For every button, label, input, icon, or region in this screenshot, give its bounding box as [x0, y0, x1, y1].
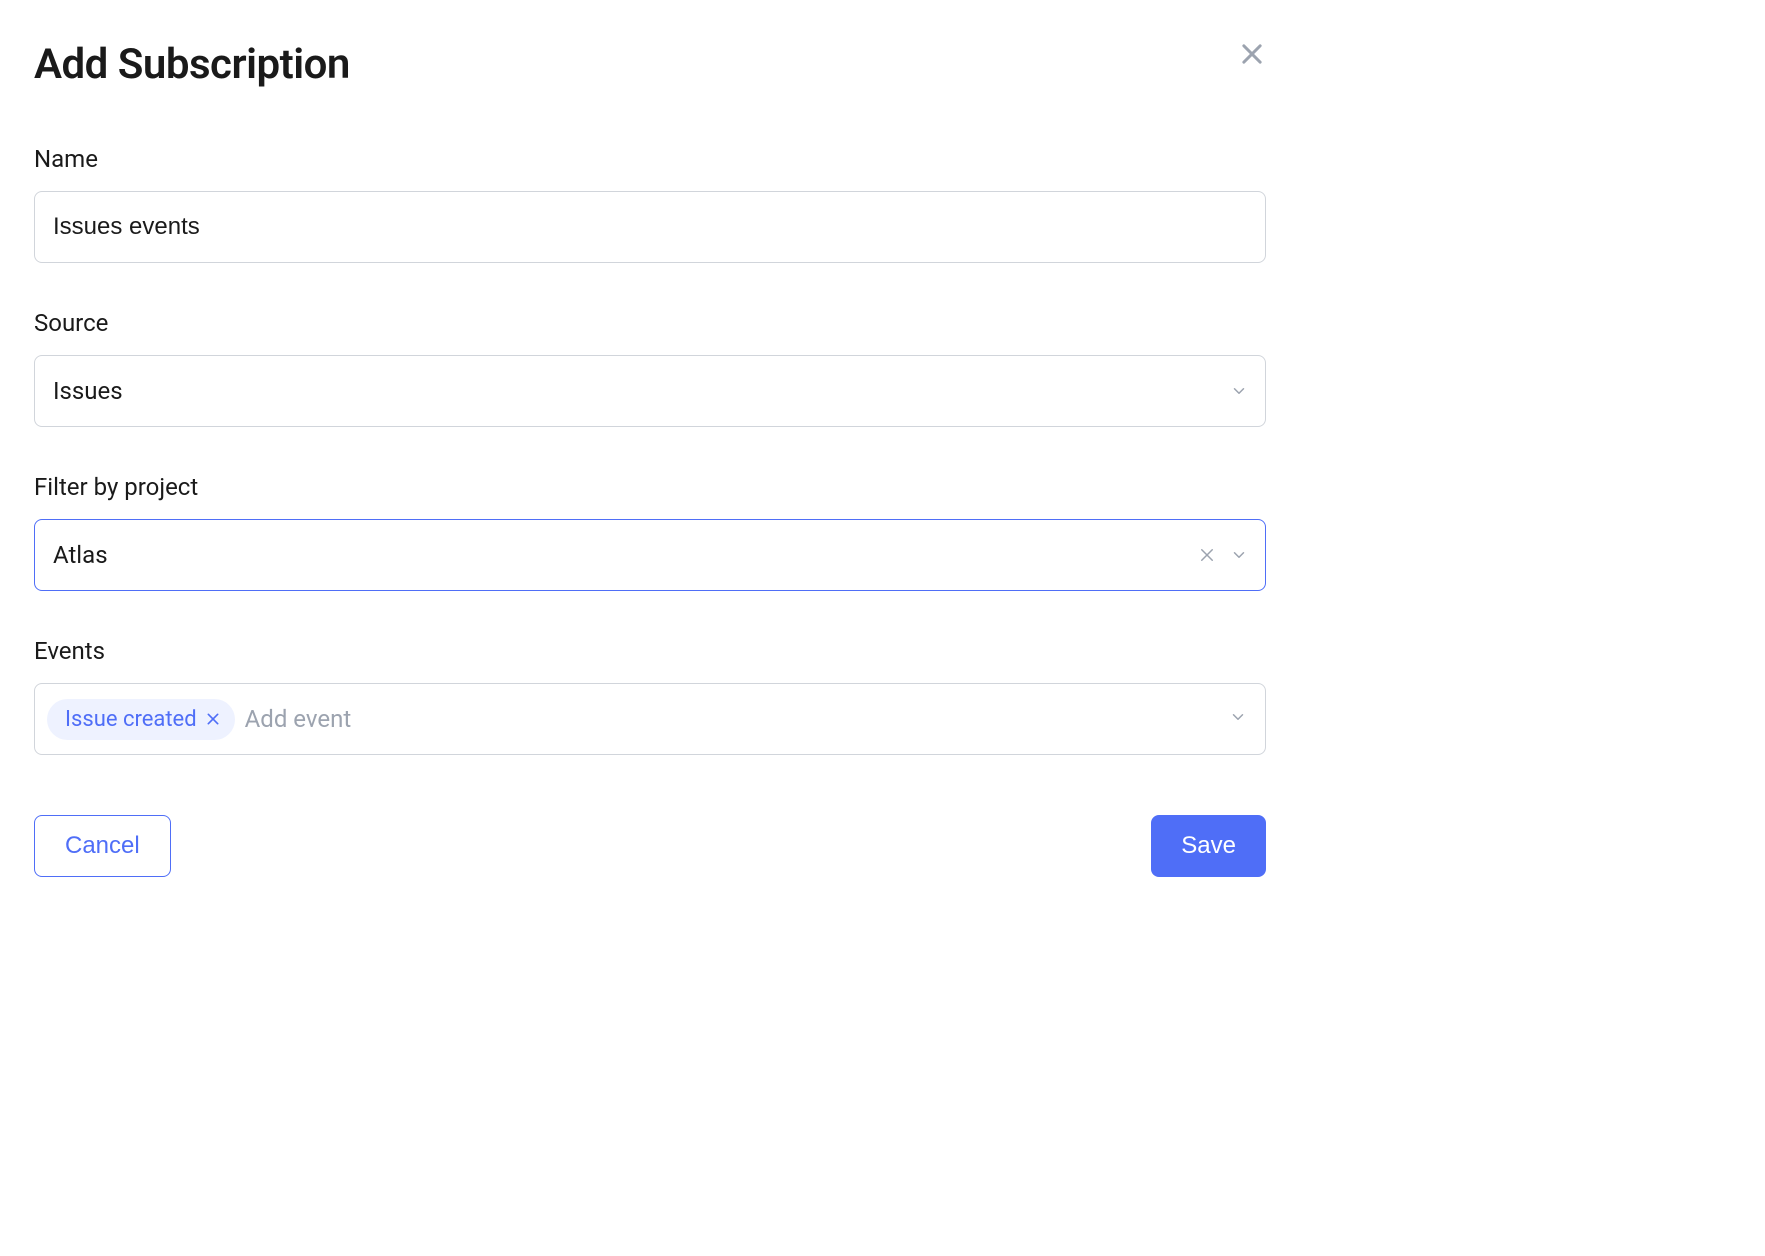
source-group: Source Issues [34, 309, 1266, 427]
events-placeholder: Add event [245, 705, 352, 733]
name-label: Name [34, 145, 1266, 173]
modal-header: Add Subscription [34, 40, 1266, 89]
events-label: Events [34, 637, 1266, 665]
modal-title: Add Subscription [34, 40, 350, 89]
save-button[interactable]: Save [1151, 815, 1266, 877]
events-group: Events Issue created Add event [34, 637, 1266, 755]
source-select-icons [1230, 382, 1248, 400]
name-input[interactable] [34, 191, 1266, 263]
filter-by-project-select-wrapper: Atlas [34, 519, 1266, 591]
filter-by-project-select[interactable]: Atlas [34, 519, 1266, 591]
cancel-button[interactable]: Cancel [34, 815, 171, 877]
chevron-down-icon [1230, 382, 1248, 400]
chevron-down-icon [1229, 708, 1247, 726]
chevron-down-icon [1230, 546, 1248, 564]
close-icon [205, 711, 221, 727]
source-label: Source [34, 309, 1266, 337]
source-select[interactable]: Issues [34, 355, 1266, 427]
filter-by-project-group: Filter by project Atlas [34, 473, 1266, 591]
clear-icon[interactable] [1198, 546, 1216, 564]
event-tag: Issue created [47, 699, 235, 740]
events-input[interactable]: Issue created Add event [34, 683, 1266, 755]
events-chevron-wrapper [1229, 708, 1247, 730]
source-select-wrapper: Issues [34, 355, 1266, 427]
event-tag-label: Issue created [65, 707, 197, 732]
filter-by-project-value: Atlas [53, 541, 108, 569]
filter-by-project-label: Filter by project [34, 473, 1266, 501]
name-group: Name [34, 145, 1266, 263]
close-icon [1238, 40, 1266, 68]
source-value: Issues [53, 377, 123, 405]
filter-by-project-select-icons [1198, 546, 1248, 564]
close-button[interactable] [1238, 40, 1266, 68]
modal-footer: Cancel Save [34, 815, 1266, 877]
event-tag-remove[interactable] [205, 711, 221, 727]
